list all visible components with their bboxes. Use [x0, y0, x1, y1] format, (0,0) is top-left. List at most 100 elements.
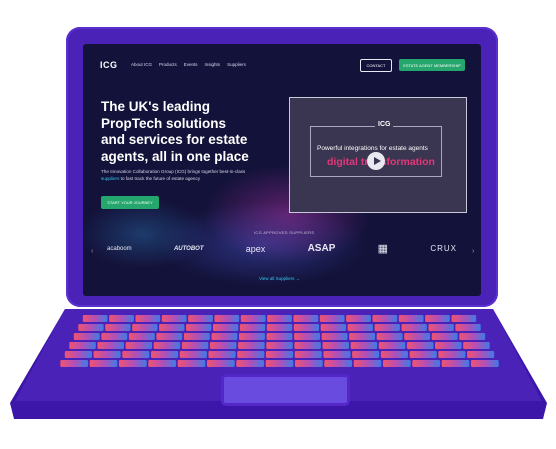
supplier-logo-autobot[interactable]: AUTOBOT: [174, 246, 204, 252]
keyboard-key: [376, 333, 403, 340]
keyboard-key: [209, 342, 237, 349]
keyboard-key: [179, 351, 207, 358]
keyboard-key: [441, 360, 470, 367]
keyboard-key: [463, 342, 490, 349]
keyboard-key: [267, 315, 292, 322]
keyboard-key: [346, 315, 371, 322]
keyboard-key: [238, 342, 265, 349]
keyboard-key: [409, 351, 437, 358]
keyboard-key: [97, 342, 124, 349]
keyboard-key: [320, 324, 347, 331]
play-icon[interactable]: [367, 152, 385, 170]
nav-item-products[interactable]: Products: [159, 62, 177, 67]
nav-item-insights[interactable]: Insights: [205, 62, 221, 67]
chevron-left-icon[interactable]: ‹: [91, 248, 93, 255]
keyboard-key: [324, 360, 353, 367]
keyboard-key: [380, 351, 408, 358]
keyboard-key: [82, 315, 108, 322]
keyboard-key: [293, 324, 320, 331]
keyboard-key: [151, 351, 179, 358]
keyboard-key: [404, 333, 431, 340]
hero-desc-text-2: to fast track the future of estate agenc…: [119, 175, 201, 181]
keyboard-key: [93, 351, 121, 358]
keyboard-key: [105, 324, 131, 331]
keyboard-key: [240, 315, 266, 322]
keyboard-key: [266, 333, 293, 340]
keyboard-key: [60, 360, 89, 367]
keyboard-key: [294, 351, 322, 358]
supplier-logo-asap[interactable]: ASAP: [308, 243, 336, 254]
keyboard-key: [181, 342, 209, 349]
nav-item-events[interactable]: Events: [184, 62, 198, 67]
nav-item-about[interactable]: About ICG: [131, 62, 152, 67]
keyboard-key: [382, 360, 411, 367]
keyboard-key: [122, 351, 150, 358]
keyboard-key: [425, 315, 450, 322]
keyboard-key: [101, 333, 128, 340]
keyboard-key: [428, 324, 454, 331]
keyboard-key: [401, 324, 427, 331]
keyboard-key: [109, 315, 134, 322]
keyboard-key: [266, 342, 293, 349]
keyboard-key: [214, 315, 240, 322]
membership-button[interactable]: ESTATE AGENT MEMBERSHIP: [399, 59, 465, 71]
keyboard-key: [153, 342, 181, 349]
keyboard-key: [212, 324, 239, 331]
video-player[interactable]: ICG Powerful integrations for estate age…: [289, 97, 467, 213]
laptop-screen: ICG About ICG Products Events Insights S…: [83, 44, 481, 296]
keyboard-key: [353, 360, 382, 367]
keyboard-key: [159, 324, 185, 331]
keyboard-key: [265, 351, 294, 358]
keyboard-key: [350, 342, 378, 349]
keyboard-key: [69, 342, 96, 349]
keyboard-key: [467, 351, 495, 358]
nav-item-suppliers[interactable]: Suppliers: [227, 62, 246, 67]
keyboard-key: [470, 360, 499, 367]
keyboard-key: [73, 333, 100, 340]
keyboard-key: [128, 333, 155, 340]
chevron-right-icon[interactable]: ›: [472, 248, 474, 255]
keyboard-key: [412, 360, 441, 367]
supplier-logo-apex[interactable]: apex: [246, 244, 266, 254]
keyboard-key: [322, 342, 350, 349]
keyboard-key: [236, 360, 265, 367]
keyboard-key: [294, 342, 321, 349]
supplier-logo-acaboom[interactable]: acaboom: [107, 246, 132, 252]
view-all-suppliers-link[interactable]: View all Suppliers →: [259, 276, 300, 281]
site-logo[interactable]: ICG: [100, 60, 118, 70]
video-logo: ICG: [375, 121, 394, 128]
supplier-logo-crux[interactable]: CRUX: [430, 244, 457, 253]
keyboard-key: [294, 360, 323, 367]
keyboard-key: [459, 333, 486, 340]
keyboard-key: [406, 342, 434, 349]
suppliers-link[interactable]: suppliers: [101, 176, 119, 181]
supplier-logo-square[interactable]: ▦: [378, 242, 388, 255]
keyboard-key: [293, 315, 319, 322]
keyboard-key: [186, 324, 212, 331]
suppliers-heading: ICG APPROVED SUPPLIERS: [254, 230, 315, 235]
keyboard-key: [211, 333, 238, 340]
nav-menu: About ICG Products Events Insights Suppl…: [131, 62, 246, 67]
keyboard-key: [438, 351, 466, 358]
keyboard-key: [188, 315, 213, 322]
hero-title: The UK's leading PropTech solutions and …: [101, 99, 249, 164]
keyboard-key: [89, 360, 118, 367]
keyboard-key: [321, 333, 348, 340]
keyboard-key: [372, 315, 398, 322]
top-navigation: ICG About ICG Products Events Insights S…: [83, 44, 481, 72]
keyboard-key: [237, 351, 265, 358]
keyboard-key: [431, 333, 458, 340]
keyboard-key: [378, 342, 406, 349]
keyboard-key: [319, 315, 345, 322]
touchpad[interactable]: [221, 374, 350, 406]
keyboard-key: [266, 324, 293, 331]
keyboard-key: [347, 324, 373, 331]
keyboard-key: [455, 324, 481, 331]
start-journey-button[interactable]: START YOUR JOURNEY: [101, 196, 159, 209]
keyboard-key: [118, 360, 147, 367]
keyboard-key: [183, 333, 210, 340]
keyboard-key: [206, 360, 235, 367]
keyboard-key: [64, 351, 92, 358]
contact-button[interactable]: CONTACT: [360, 59, 392, 72]
supplier-logos: acaboom AUTOBOT apex ASAP ▦ CRUX: [107, 242, 457, 255]
